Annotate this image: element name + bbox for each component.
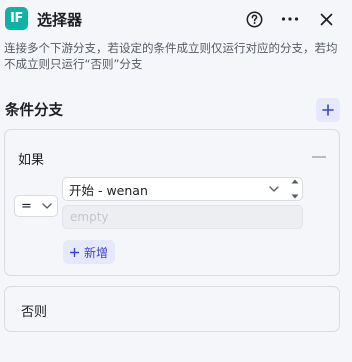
panel-header: IF 选择器 bbox=[0, 0, 352, 38]
add-condition-button[interactable]: 新增 bbox=[63, 240, 116, 264]
if-badge-icon: IF bbox=[5, 7, 28, 30]
add-branch-button[interactable] bbox=[316, 98, 340, 122]
section-title: 条件分支 bbox=[5, 103, 63, 119]
else-branch-card: 否则 bbox=[4, 286, 340, 332]
chevron-down-icon bbox=[42, 203, 52, 209]
help-icon[interactable] bbox=[243, 8, 265, 30]
add-condition-label: 新增 bbox=[84, 245, 109, 260]
value-input[interactable]: empty bbox=[62, 205, 303, 229]
plus-icon bbox=[322, 104, 334, 116]
chevron-down-icon bbox=[269, 186, 279, 192]
stepper-icon[interactable] bbox=[287, 179, 303, 199]
operator-value: = bbox=[21, 198, 32, 214]
panel-title: 选择器 bbox=[37, 11, 83, 29]
if-label: 如果 bbox=[18, 153, 45, 168]
if-branch-card: 如果 = 开始 - wenan empty 新增 bbox=[4, 129, 340, 276]
node-description: 连接多个下游分支，若设定的条件成立则仅运行对应的分支，若均不成立则只运行“否则”… bbox=[4, 41, 338, 71]
operator-select[interactable]: = bbox=[14, 195, 58, 217]
close-icon[interactable] bbox=[315, 8, 337, 30]
minus-icon[interactable] bbox=[312, 156, 326, 158]
variable-value: 开始 - wenan bbox=[69, 182, 148, 198]
variable-select[interactable]: 开始 - wenan bbox=[62, 177, 303, 201]
plus-icon bbox=[70, 247, 79, 257]
more-icon[interactable] bbox=[279, 8, 301, 30]
else-label: 否则 bbox=[21, 305, 48, 320]
